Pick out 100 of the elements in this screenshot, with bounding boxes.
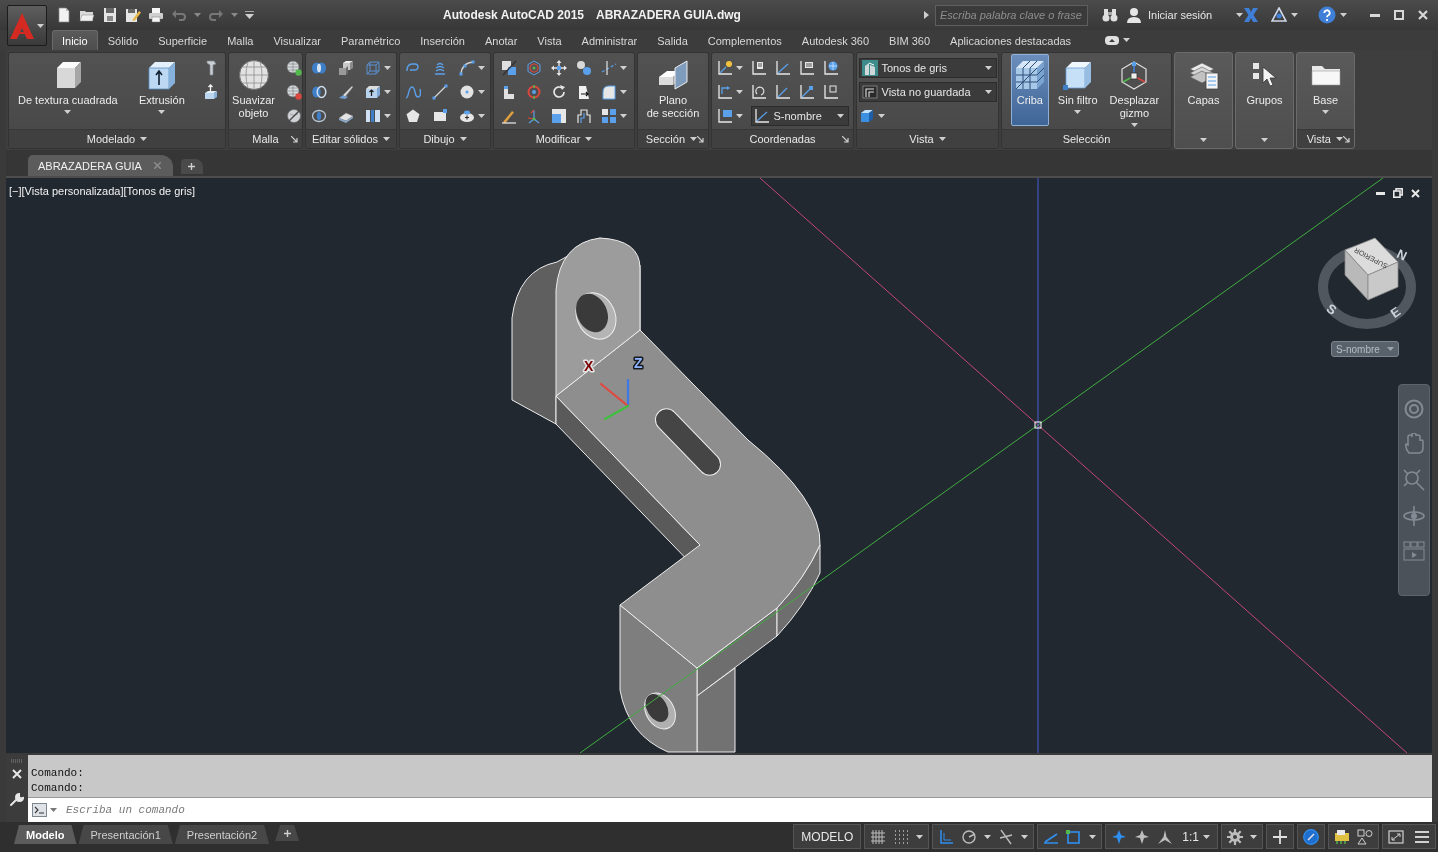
rectangle-icon[interactable] bbox=[432, 108, 448, 124]
cube-arrow-icon[interactable] bbox=[203, 84, 219, 100]
trim-icon[interactable] bbox=[601, 60, 617, 76]
caret-icon[interactable] bbox=[984, 834, 992, 839]
ribbon-button[interactable]: Extrusión bbox=[135, 54, 188, 126]
caret-icon[interactable] bbox=[735, 90, 743, 94]
pentagon-icon[interactable] bbox=[405, 108, 421, 124]
ribbon-button[interactable]: Suavizar objeto bbox=[229, 54, 278, 126]
caret-icon[interactable] bbox=[620, 90, 627, 94]
caret-icon[interactable] bbox=[916, 834, 924, 839]
align-axes-icon[interactable] bbox=[526, 108, 542, 124]
printer-icon[interactable] bbox=[148, 7, 164, 23]
command-prompt-icon[interactable] bbox=[32, 803, 47, 817]
scale-button[interactable]: 1:1 bbox=[1180, 829, 1212, 844]
caret-icon[interactable] bbox=[620, 66, 627, 70]
viewport-control-link[interactable]: [Vista personalizada] bbox=[21, 185, 124, 197]
ring-handles-icon[interactable] bbox=[526, 84, 542, 100]
caret-icon[interactable] bbox=[478, 114, 485, 118]
ribbon-tab[interactable]: Paramétrico bbox=[331, 30, 411, 50]
caret-icon[interactable] bbox=[50, 808, 57, 812]
ortho-angle-icon[interactable] bbox=[938, 828, 955, 845]
caret-icon[interactable] bbox=[459, 137, 467, 141]
close-button[interactable] bbox=[12, 769, 22, 779]
sparkle-icon[interactable] bbox=[1111, 828, 1128, 845]
ribbon-tab[interactable]: Visualizar bbox=[263, 30, 331, 50]
ucs-rotate-icon[interactable] bbox=[750, 84, 767, 100]
ribbon-tab[interactable]: Aplicaciones destacadas bbox=[940, 30, 1082, 50]
ribbon-tab[interactable]: Anotar bbox=[474, 30, 528, 50]
overlapping-ovals-icon[interactable] bbox=[311, 60, 327, 76]
caret-icon[interactable] bbox=[384, 66, 391, 70]
caret-icon[interactable] bbox=[1336, 137, 1343, 141]
caret-icon[interactable] bbox=[877, 114, 885, 118]
launcher-arrow-icon[interactable] bbox=[1343, 135, 1350, 143]
ribbon-tab[interactable]: Inicio bbox=[52, 30, 98, 50]
corner-block-icon[interactable] bbox=[501, 84, 517, 100]
caret-icon[interactable] bbox=[1250, 834, 1257, 839]
view-cube[interactable] bbox=[1344, 237, 1399, 301]
caret-icon[interactable] bbox=[1340, 13, 1348, 17]
caret-icon[interactable] bbox=[690, 137, 697, 141]
ribbon-button[interactable]: Grupos bbox=[1236, 53, 1293, 148]
dropdown[interactable]: S-nombre bbox=[750, 106, 849, 126]
snap-square-icon[interactable] bbox=[1066, 828, 1083, 845]
line-icon[interactable] bbox=[432, 84, 448, 100]
brush-icon[interactable] bbox=[501, 108, 517, 124]
ribbon-tab[interactable]: Administrar bbox=[571, 30, 648, 50]
layout-tab[interactable]: Presentación1 bbox=[78, 825, 173, 844]
ucs-arrow-icon[interactable] bbox=[716, 84, 733, 100]
ribbon-button[interactable]: Plano de sección bbox=[643, 54, 703, 126]
redo-arrow-icon[interactable] bbox=[208, 7, 224, 23]
help-icon[interactable] bbox=[1318, 6, 1337, 24]
launcher-arrow-icon[interactable] bbox=[697, 135, 704, 143]
caret-icon[interactable] bbox=[384, 114, 391, 118]
caret-icon[interactable] bbox=[1291, 13, 1299, 17]
ribbon-button[interactable]: Base bbox=[1306, 54, 1345, 126]
t-bar-icon[interactable] bbox=[203, 60, 219, 76]
ribbon-tab[interactable]: Vista bbox=[527, 30, 572, 50]
circle-icon[interactable] bbox=[459, 84, 475, 100]
sphere-slash-icon[interactable] bbox=[285, 108, 302, 124]
caret-icon[interactable] bbox=[478, 90, 485, 94]
layout-tab[interactable]: Presentación2 bbox=[174, 825, 270, 844]
blade-icon[interactable] bbox=[338, 84, 354, 100]
caret-icon[interactable] bbox=[231, 13, 238, 17]
ucs-globe-icon[interactable] bbox=[822, 60, 839, 76]
stacked-cubes-icon[interactable] bbox=[338, 60, 354, 76]
ribbon-button[interactable]: De textura cuadrada bbox=[15, 54, 121, 126]
arc-icon[interactable] bbox=[459, 60, 475, 76]
offset-outline-icon[interactable] bbox=[576, 108, 592, 124]
ribbon-tab[interactable]: Autodesk 360 bbox=[791, 30, 880, 50]
cross-logo-icon[interactable] bbox=[1243, 7, 1260, 23]
document-tab[interactable]: ABRAZADERA GUIA bbox=[28, 155, 173, 176]
fullscreen-icon[interactable] bbox=[1388, 828, 1404, 845]
plus-icon[interactable] bbox=[1272, 828, 1288, 845]
ribbon-tab[interactable]: Superficie bbox=[148, 30, 218, 50]
slash-circle-icon[interactable] bbox=[1303, 828, 1319, 845]
ribbon-tab[interactable]: Inserción bbox=[410, 30, 475, 50]
search-field[interactable]: Escriba palabra clave o frase bbox=[935, 4, 1088, 26]
new-file-icon[interactable] bbox=[56, 7, 72, 23]
caret-icon[interactable] bbox=[384, 90, 391, 94]
mesh-sphere-icon[interactable] bbox=[285, 60, 302, 76]
ucs-square-icon[interactable] bbox=[822, 84, 839, 100]
ribbon-tab[interactable]: Sólido bbox=[97, 30, 149, 50]
binoculars-icon[interactable] bbox=[1102, 7, 1118, 23]
rounded-corner-icon[interactable] bbox=[601, 84, 617, 100]
sign-in-button[interactable]: Iniciar sesión bbox=[1126, 7, 1244, 23]
expand-arrow-icon[interactable] bbox=[924, 11, 929, 19]
mesh-sphere-icon[interactable] bbox=[285, 84, 302, 100]
sparkle-icon[interactable] bbox=[1134, 828, 1151, 845]
floppy-pencil-icon[interactable] bbox=[125, 7, 141, 23]
caret-icon[interactable] bbox=[478, 66, 485, 70]
dropdown[interactable]: Vista no guardada bbox=[858, 82, 997, 102]
polar-circle-icon[interactable] bbox=[961, 828, 978, 845]
menu-icon[interactable] bbox=[1414, 828, 1430, 845]
gear-icon[interactable] bbox=[1227, 828, 1243, 845]
viewport-control-link[interactable]: [Tonos de gris] bbox=[123, 185, 195, 197]
shapes-icon[interactable] bbox=[1357, 828, 1373, 845]
ribbon-tab[interactable]: Salida bbox=[647, 30, 698, 50]
customize-menu-icon[interactable] bbox=[245, 11, 254, 19]
slanted-lines-icon[interactable] bbox=[998, 828, 1015, 845]
overlapping-rings-icon[interactable] bbox=[311, 84, 327, 100]
caret-icon[interactable] bbox=[938, 137, 946, 141]
